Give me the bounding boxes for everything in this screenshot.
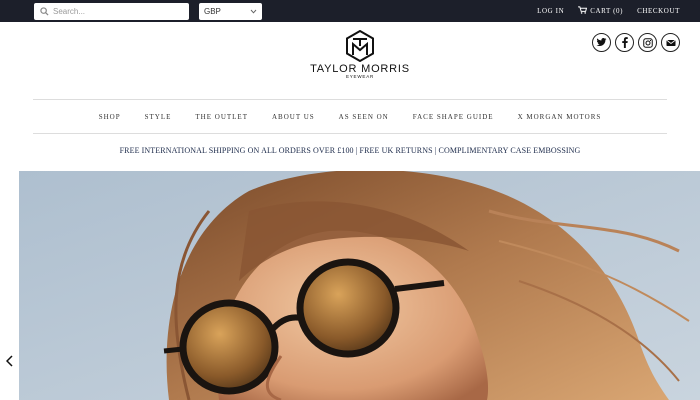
social-links: [592, 33, 680, 52]
facebook-icon[interactable]: [615, 33, 634, 52]
promo-banner: FREE INTERNATIONAL SHIPPING ON ALL ORDER…: [119, 146, 581, 155]
hero-image[interactable]: [19, 171, 700, 400]
nav-item-about-us[interactable]: ABOUT US: [260, 113, 327, 121]
search-input[interactable]: [51, 4, 181, 19]
brand-logo[interactable]: TAYLOR MORRIS EYEWEAR: [300, 30, 420, 82]
account-links: LOG IN CART (0) CHECKOUT: [537, 0, 680, 22]
cart-label: CART (0): [590, 7, 624, 15]
search-box[interactable]: [34, 3, 189, 20]
carousel-prev-button[interactable]: [3, 352, 15, 370]
nav-item-style[interactable]: STYLE: [133, 113, 184, 121]
cart-link[interactable]: CART (0): [578, 6, 623, 16]
email-icon[interactable]: [661, 33, 680, 52]
nav-item-as-seen-on[interactable]: AS SEEN ON: [327, 113, 401, 121]
instagram-icon[interactable]: [638, 33, 657, 52]
main-navigation: SHOP STYLE THE OUTLET ABOUT US AS SEEN O…: [33, 99, 667, 134]
search-icon[interactable]: [37, 3, 51, 20]
nav-item-the-outlet[interactable]: THE OUTLET: [183, 113, 260, 121]
checkout-link[interactable]: CHECKOUT: [637, 7, 680, 15]
login-link[interactable]: LOG IN: [537, 7, 564, 15]
chevron-left-icon: [5, 355, 13, 367]
nav-item-x-morgan-motors[interactable]: X MORGAN MOTORS: [506, 113, 614, 121]
chevron-down-icon: [250, 7, 257, 16]
currency-value: GBP: [204, 7, 221, 16]
cart-icon: [578, 6, 588, 16]
nav-item-shop[interactable]: SHOP: [87, 113, 133, 121]
nav-item-face-shape-guide[interactable]: FACE SHAPE GUIDE: [401, 113, 506, 121]
top-bar: GBP LOG IN CART (0) CHECKOUT: [0, 0, 700, 22]
twitter-icon[interactable]: [592, 33, 611, 52]
currency-select[interactable]: GBP: [199, 3, 262, 20]
logo-mark-icon: [346, 30, 374, 62]
